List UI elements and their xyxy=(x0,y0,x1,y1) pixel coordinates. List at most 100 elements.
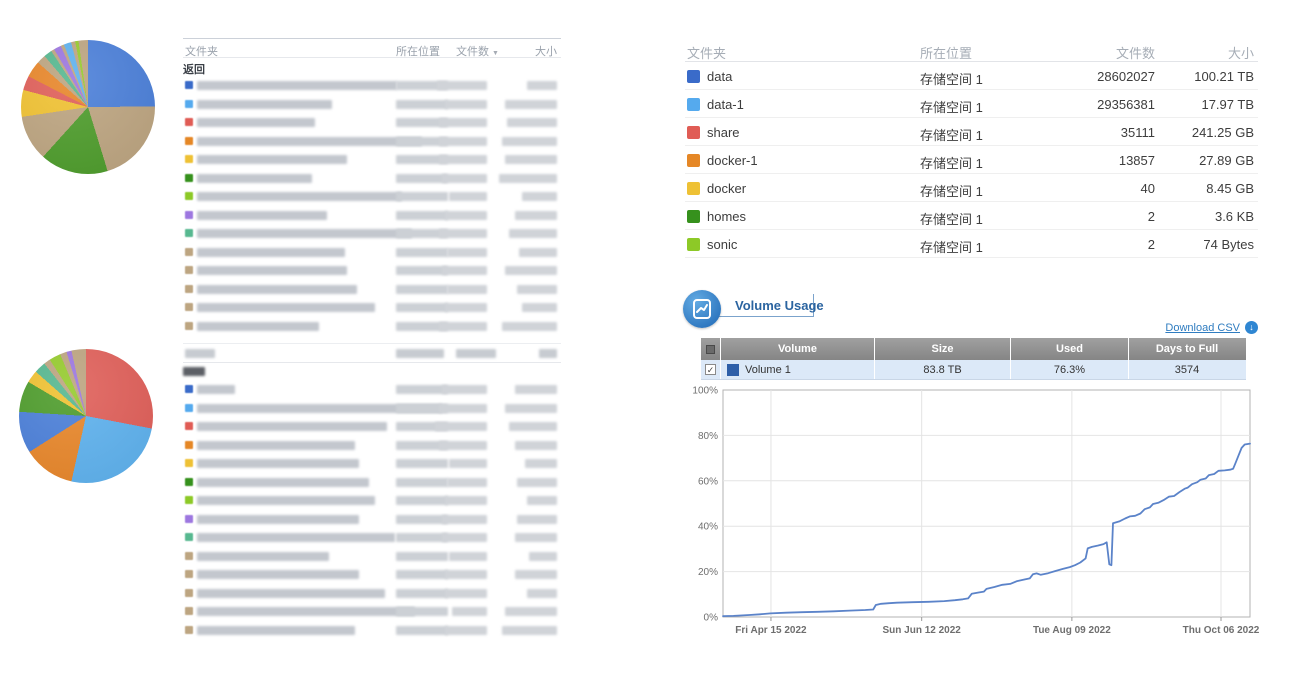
table-row[interactable] xyxy=(183,528,561,547)
download-csv-link[interactable]: Download CSV xyxy=(1165,322,1240,334)
table-row[interactable] xyxy=(183,621,561,640)
blurred-count xyxy=(447,478,487,487)
table-row[interactable] xyxy=(183,473,561,492)
folder-color-swatch xyxy=(185,385,193,393)
blurred-size xyxy=(515,441,557,450)
column-header-folder[interactable]: 文件夹 xyxy=(687,43,726,62)
row-checkbox[interactable]: ✓ xyxy=(701,360,721,379)
column-header-folder[interactable]: 文件夹 xyxy=(185,43,218,59)
table-row[interactable] xyxy=(183,417,561,436)
folder-color-swatch xyxy=(185,100,193,108)
back-link-blurred[interactable] xyxy=(183,363,561,380)
shared-folders-table: 文件夹 所在位置 文件数 大小 data存储空间 128602027100.21… xyxy=(685,38,1258,258)
folder-color-swatch xyxy=(185,570,193,578)
blurred-folder-name xyxy=(197,478,369,487)
table-row[interactable] xyxy=(183,206,561,225)
column-header-size[interactable]: Size xyxy=(875,338,1011,360)
table-row[interactable] xyxy=(183,150,561,169)
table-row[interactable] xyxy=(183,280,561,299)
blurred-folder-name xyxy=(197,589,385,598)
blurred-count xyxy=(442,533,487,542)
folder-color-swatch xyxy=(687,70,700,83)
sort-descending-icon: ▼ xyxy=(492,50,499,57)
blurred-folder-name xyxy=(197,229,412,238)
table-header-row: 文件夹 所在位置 文件数 大小 xyxy=(685,38,1258,62)
table-row[interactable]: ✓ Volume 1 83.8 TB 76.3% 3574 xyxy=(701,360,1246,380)
column-header-size[interactable]: 大小 xyxy=(1228,43,1254,62)
table-row[interactable] xyxy=(183,602,561,621)
table-row[interactable]: sonic存储空间 1274 Bytes xyxy=(685,230,1258,258)
table-row[interactable] xyxy=(183,187,561,206)
table-row[interactable] xyxy=(183,132,561,151)
column-header-location[interactable]: 所在位置 xyxy=(396,43,440,59)
folder-color-swatch xyxy=(185,285,193,293)
blurred-size xyxy=(502,322,557,331)
blurred-size xyxy=(505,266,557,275)
table-row[interactable] xyxy=(183,399,561,418)
table-body: data存储空间 128602027100.21 TBdata-1存储空间 12… xyxy=(685,62,1258,258)
table-row[interactable] xyxy=(183,547,561,566)
blurred-size xyxy=(517,285,557,294)
column-header-count[interactable]: 文件数 xyxy=(1116,43,1155,62)
table-row[interactable] xyxy=(183,491,561,510)
download-arrow-icon[interactable]: ↓ xyxy=(1245,321,1258,334)
blurred-count xyxy=(445,211,487,220)
back-link[interactable]: 返回 xyxy=(183,58,561,76)
select-all-checkbox[interactable] xyxy=(701,338,721,360)
column-header-size[interactable]: 大小 xyxy=(535,43,557,59)
blurred-size xyxy=(505,155,557,164)
y-axis-tick-label: 20% xyxy=(698,567,718,578)
blurred-folder-name xyxy=(197,570,359,579)
table-row[interactable]: docker存储空间 1408.45 GB xyxy=(685,174,1258,202)
table-row[interactable]: data-1存储空间 12935638117.97 TB xyxy=(685,90,1258,118)
column-header-volume[interactable]: Volume xyxy=(721,338,875,360)
x-axis-tick-label: Fri Apr 15 2022 xyxy=(735,625,807,636)
table-row[interactable] xyxy=(183,454,561,473)
folder-location: 存储空间 1 xyxy=(920,69,983,88)
table-body xyxy=(183,380,561,639)
table-row[interactable] xyxy=(183,298,561,317)
blurred-header-count xyxy=(456,349,496,358)
plot-border xyxy=(723,390,1250,617)
table-row[interactable] xyxy=(183,317,561,336)
table-row[interactable] xyxy=(183,224,561,243)
column-header-used[interactable]: Used xyxy=(1011,338,1129,360)
table-row[interactable]: share存储空间 135111241.25 GB xyxy=(685,118,1258,146)
table-row[interactable] xyxy=(183,436,561,455)
blurred-folder-name xyxy=(197,496,375,505)
blurred-folder-name xyxy=(197,174,312,183)
folder-location: 存储空间 1 xyxy=(920,237,983,256)
folder-color-swatch xyxy=(185,192,193,200)
blurred-location xyxy=(396,552,448,561)
folder-color-swatch xyxy=(185,459,193,467)
table-row[interactable] xyxy=(183,584,561,603)
blurred-count xyxy=(445,570,487,579)
folder-color-swatch xyxy=(185,248,193,256)
blurred-location xyxy=(396,211,448,220)
table-row[interactable]: data存储空间 128602027100.21 TB xyxy=(685,62,1258,90)
table-row[interactable] xyxy=(183,380,561,399)
column-header-count[interactable]: 文件数▼ xyxy=(456,43,499,59)
table-row[interactable] xyxy=(183,95,561,114)
table-row[interactable] xyxy=(183,113,561,132)
table-row[interactable]: docker-1存储空间 11385727.89 GB xyxy=(685,146,1258,174)
folder-file-count: 2 xyxy=(1148,209,1155,224)
table-row[interactable] xyxy=(183,261,561,280)
blurred-size xyxy=(522,303,557,312)
table-row[interactable]: homes存储空间 123.6 KB xyxy=(685,202,1258,230)
table-row[interactable] xyxy=(183,510,561,529)
table-row[interactable] xyxy=(183,169,561,188)
blurred-count xyxy=(442,385,487,394)
folder-name: homes xyxy=(707,209,746,224)
folder-size: 27.89 GB xyxy=(1199,153,1254,168)
table-row[interactable] xyxy=(183,76,561,95)
column-header-location[interactable]: 所在位置 xyxy=(920,43,972,62)
table-row[interactable] xyxy=(183,565,561,584)
blurred-header-folder xyxy=(185,349,215,358)
volume-usage-table: Volume Size Used Days to Full ✓ Volume 1… xyxy=(701,338,1246,380)
blurred-folder-name xyxy=(197,322,319,331)
column-header-days-to-full[interactable]: Days to Full xyxy=(1129,338,1245,360)
table-row[interactable] xyxy=(183,243,561,262)
blurred-size xyxy=(505,607,557,616)
blurred-folder-name xyxy=(197,385,235,394)
